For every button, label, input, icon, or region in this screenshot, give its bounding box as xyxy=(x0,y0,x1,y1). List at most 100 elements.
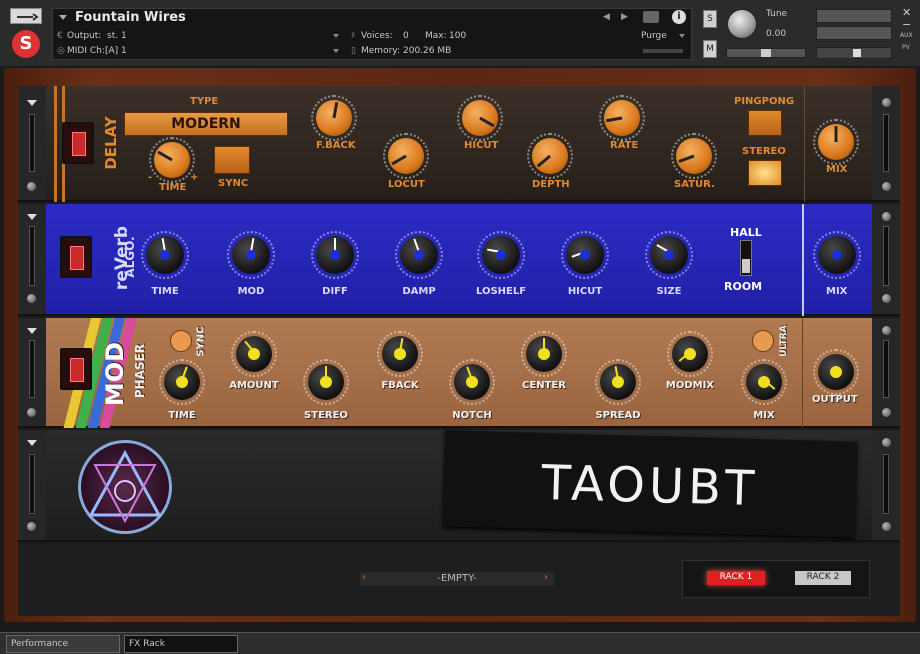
reverb-knob-3[interactable] xyxy=(311,231,359,279)
output-value[interactable]: st. 1 xyxy=(107,31,127,41)
mod-spread-knob[interactable] xyxy=(595,359,641,405)
delay-depth-knob[interactable] xyxy=(527,133,573,179)
delay-power-switch[interactable] xyxy=(62,122,94,164)
reverb-knob-5[interactable] xyxy=(477,231,525,279)
mute-button[interactable]: M xyxy=(703,40,717,58)
mod-subtitle: PHASER xyxy=(133,343,147,399)
next-slot-icon[interactable]: › xyxy=(544,572,548,583)
mod-fback-knob[interactable] xyxy=(377,331,423,377)
mod-mix-knob[interactable] xyxy=(741,359,787,405)
kontakt-logo-icon: S xyxy=(12,30,40,58)
mod-time-knob[interactable] xyxy=(159,359,205,405)
tab-performance[interactable]: Performance xyxy=(6,635,120,653)
brand-rail-slot[interactable] xyxy=(29,454,35,514)
brand-right-rail-slot[interactable] xyxy=(883,454,889,514)
delay-left-rail xyxy=(18,86,46,200)
volume-slider-handle[interactable] xyxy=(853,49,861,57)
mod-modmix-label: MODMIX xyxy=(665,380,715,391)
reverb-right-rail-slot[interactable] xyxy=(883,226,889,286)
tab-fx-rack[interactable]: FX Rack xyxy=(124,635,238,653)
empty-slot-selector[interactable]: ‹ -EMPTY- › xyxy=(360,572,554,586)
midi-value[interactable]: [A] 1 xyxy=(105,46,127,56)
rack1-button[interactable]: RACK 1 xyxy=(707,571,765,585)
pan-slider[interactable] xyxy=(726,48,806,58)
reverb-knob-7[interactable] xyxy=(645,231,693,279)
tune-knob[interactable] xyxy=(727,9,757,39)
delay-locut-knob[interactable] xyxy=(383,133,429,179)
delay-hicut-knob[interactable] xyxy=(457,95,503,141)
delay-time-knob[interactable] xyxy=(149,137,195,183)
delay-satur-label: SATUR. xyxy=(674,179,715,190)
reverb-rail-slot[interactable] xyxy=(29,226,35,286)
mod-output-knob[interactable] xyxy=(813,349,859,395)
camera-icon[interactable] xyxy=(643,11,659,23)
mod-stereo-knob[interactable] xyxy=(303,359,349,405)
delay-right-rail-slot[interactable] xyxy=(883,114,889,172)
mod-rail-slot[interactable] xyxy=(29,340,35,398)
mod-ultra-button[interactable] xyxy=(752,330,774,352)
mod-amount-knob[interactable] xyxy=(231,331,277,377)
minimize-instrument-icon[interactable]: − xyxy=(902,18,911,31)
reverb-hall-room-switch[interactable] xyxy=(740,240,752,276)
prev-arrow-icon[interactable]: ◀ xyxy=(603,12,610,22)
delay-fback-knob[interactable] xyxy=(311,95,357,141)
delay-pingpong-button[interactable] xyxy=(748,110,782,136)
screw-icon xyxy=(882,294,891,303)
mod-center-knob[interactable] xyxy=(521,331,567,377)
volume-slider[interactable] xyxy=(816,47,892,59)
reverb-knob-6[interactable] xyxy=(561,231,609,279)
screw-icon xyxy=(882,522,891,531)
delay-satur-knob[interactable] xyxy=(671,133,717,179)
mod-menu-arrow-icon[interactable] xyxy=(27,328,37,334)
reverb-menu-arrow-icon[interactable] xyxy=(27,214,37,220)
midi-dropdown-icon[interactable] xyxy=(333,49,339,53)
midi-icon: ◎ xyxy=(57,46,65,56)
purge-button[interactable]: Purge xyxy=(641,31,667,41)
screw-icon xyxy=(882,326,891,335)
delay-rate-knob[interactable] xyxy=(599,95,645,141)
reverb-knob-4[interactable] xyxy=(395,231,443,279)
screw-icon xyxy=(882,212,891,221)
delay-type-selector[interactable]: MODERN xyxy=(124,112,288,136)
tab-performance-label: Performance xyxy=(11,639,69,649)
delay-sync-button[interactable] xyxy=(214,146,250,174)
screw-icon xyxy=(882,98,891,107)
collapse-arrow-icon[interactable] xyxy=(59,15,67,20)
knob-center xyxy=(538,348,550,360)
knob-center xyxy=(496,250,506,260)
delay-rail-slot[interactable] xyxy=(29,114,35,172)
reverb-knob-label: LOSHELF xyxy=(475,286,527,297)
rack2-button[interactable]: RACK 2 xyxy=(795,571,851,585)
instrument-name[interactable]: Fountain Wires xyxy=(75,10,186,25)
reverb-mix-knob[interactable] xyxy=(813,231,861,279)
reverb-power-switch[interactable] xyxy=(60,236,92,278)
switch-handle[interactable] xyxy=(742,259,750,273)
delay-menu-arrow-icon[interactable] xyxy=(27,100,37,106)
pan-slider-handle[interactable] xyxy=(761,49,771,57)
purge-dropdown-icon[interactable] xyxy=(679,34,685,38)
mod-power-switch[interactable] xyxy=(60,348,92,390)
info-icon[interactable]: i xyxy=(672,10,686,24)
delay-divider xyxy=(804,86,805,202)
reverb-knob-2[interactable] xyxy=(227,231,275,279)
solo-button[interactable]: S xyxy=(703,10,717,28)
screw-icon xyxy=(27,182,36,191)
empty-slot-label: -EMPTY- xyxy=(437,573,477,584)
aux-button[interactable]: AUX xyxy=(900,32,913,39)
wrench-icon[interactable] xyxy=(10,8,42,24)
mod-modmix-knob[interactable] xyxy=(667,331,713,377)
pv-button[interactable]: PV xyxy=(902,44,910,51)
delay-mix-knob[interactable] xyxy=(813,119,859,165)
mod-notch-knob[interactable] xyxy=(449,359,495,405)
next-arrow-icon[interactable]: ▶ xyxy=(621,12,628,22)
delay-stereo-button[interactable] xyxy=(748,160,782,186)
brand-menu-arrow-icon[interactable] xyxy=(27,440,37,446)
reverb-knob-label: TIME xyxy=(151,286,179,297)
mod-sync-button[interactable] xyxy=(170,330,192,352)
mod-spread-label: SPREAD xyxy=(595,410,641,421)
tune-value[interactable]: 0.00 xyxy=(766,29,786,39)
reverb-knob-1[interactable] xyxy=(141,231,189,279)
mod-right-rail-slot[interactable] xyxy=(883,340,889,398)
max-voices-value[interactable]: 100 xyxy=(449,31,466,41)
output-dropdown-icon[interactable] xyxy=(333,34,339,38)
